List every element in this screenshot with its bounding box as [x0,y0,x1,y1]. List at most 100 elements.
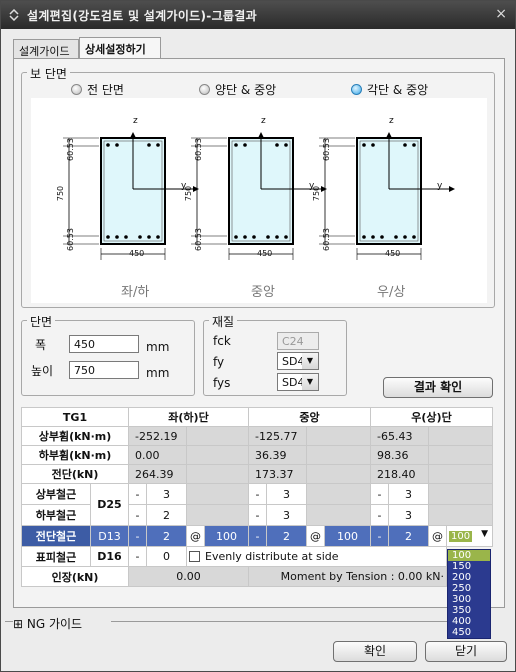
title-bar: 설계편집(강도검토 및 설계가이드)-그룹결과 × [1,1,515,29]
dropdown-option[interactable]: 200 [448,572,490,583]
caption-center: 중앙 [251,285,275,300]
cell-spacer [307,465,371,484]
dialog-window: 설계편집(강도검토 및 설계가이드)-그룹결과 × 설계가이드 상세설정하기 보… [0,0,516,672]
shear-bar-spacing-right-select[interactable]: 100 ▼ [447,526,493,547]
caption-left: 좌/하 [121,285,150,300]
row-label-top-bar: 상부철근 [21,484,91,505]
fy-dropdown-button[interactable]: ▼ [302,352,319,370]
bottom-bar-count-right[interactable]: 3 [389,505,429,526]
cell-top-moment-center: -125.77 [249,427,307,446]
dimension-group-title: 단면 [27,313,56,330]
height-unit: mm [146,366,170,380]
row-label-bottom-moment: 하부휨(kN·m) [21,446,129,465]
dim-bottom-right: 60.53 [321,228,331,251]
check-result-button[interactable]: 결과 확인 [383,377,493,398]
height-input[interactable]: 750 [69,361,139,379]
table-header-left: 좌(하)단 [129,407,249,427]
row-label-tension: 인장(kN) [21,567,129,587]
top-bar-count-left[interactable]: 3 [147,484,187,505]
dropdown-option[interactable]: 300 [448,594,490,605]
row-label-top-moment: 상부휨(kN·m) [21,427,129,446]
cell-spacer [307,484,371,505]
dash-label: - [129,547,147,567]
section-center [190,131,328,261]
shear-bar-legs-left[interactable]: 2 [147,526,187,547]
fck-input[interactable]: C24 [277,332,319,350]
dash-label: - [371,505,389,526]
chevron-down-icon: ▼ [302,353,318,369]
bottom-bar-count-center[interactable]: 3 [267,505,307,526]
dash-label: - [129,526,147,547]
top-bar-count-right[interactable]: 3 [389,484,429,505]
moment-by-tension-text: Moment by Tension : 0.00 kN· [249,567,447,587]
dim-height-center: 750 [184,185,194,202]
ng-guide-toggle[interactable]: ⊞ NG 가이드 [13,615,82,632]
shear-bar-spacing-right-value: 100 [449,530,473,542]
radio-each-end-center[interactable]: 각단 & 중앙 [351,82,428,97]
shear-bar-spacing-left[interactable]: 100 [205,526,249,547]
window-title: 설계편집(강도검토 및 설계가이드)-그룹결과 [27,9,257,23]
dropdown-option[interactable]: 350 [448,605,490,616]
radio-full-section[interactable]: 전 단면 [71,82,124,97]
chevron-down-icon: ▼ [302,374,318,390]
cell-spacer [187,505,249,526]
cell-bottom-moment-center: 36.39 [249,446,307,465]
dropdown-option[interactable]: 100 [448,550,490,561]
axis-z-center: z [261,116,266,126]
cell-spacer [429,465,493,484]
top-bar-diameter: D25 [91,484,129,526]
radio-dot-each-end-center [351,83,362,95]
dim-width-center: 450 [257,249,273,258]
top-bar-count-center[interactable]: 3 [267,484,307,505]
ok-button[interactable]: 확인 [333,641,417,662]
cell-spacer [429,446,493,465]
shear-bar-diameter: D13 [91,526,129,547]
row-label-shear: 전단(kN) [21,465,129,484]
cell-top-moment-left: -252.19 [129,427,187,446]
dropdown-option[interactable]: 400 [448,616,490,627]
dropdown-option[interactable]: 250 [448,583,490,594]
row-label-shear-bar: 전단철근 [21,526,91,547]
dash-label: - [371,526,389,547]
dropdown-option[interactable]: 450 [448,627,490,638]
width-unit: mm [146,340,170,354]
radio-ends-center[interactable]: 양단 & 중앙 [199,82,276,97]
dash-label: - [249,526,267,547]
dropdown-option[interactable]: 150 [448,561,490,572]
shear-bar-legs-center[interactable]: 2 [267,526,307,547]
table-header-right: 우(상)단 [371,407,493,427]
cell-spacer [307,505,371,526]
section-group-title: 보 단면 [27,65,70,82]
tab-detail-settings[interactable]: 상세설정하기 [79,37,161,59]
chevron-down-icon[interactable]: ▼ [481,529,488,539]
section-drawings [62,131,456,261]
fys-label: fys [213,376,231,390]
tab-design-guide[interactable]: 설계가이드 [13,39,79,59]
section-left [62,131,200,261]
evenly-distribute-checkbox[interactable] [189,551,200,562]
cell-spacer [307,427,371,446]
cell-spacer [429,427,493,446]
skin-bar-count[interactable]: 0 [147,547,187,567]
fy-label: fy [213,355,225,369]
radio-label-full-section: 전 단면 [87,82,124,97]
dim-top-center: 60.53 [193,138,203,161]
fys-dropdown-button[interactable]: ▼ [302,373,319,391]
fck-label: fck [213,334,231,348]
close-icon[interactable]: × [495,6,507,22]
close-button[interactable]: 닫기 [425,641,507,662]
divider [5,621,13,622]
width-input[interactable]: 450 [69,335,139,353]
cell-spacer [187,465,249,484]
shear-bar-spacing-center[interactable]: 100 [325,526,371,547]
skin-bar-diameter: D16 [91,547,129,567]
spacing-dropdown-list[interactable]: 100 150 200 250 300 350 400 450 [447,549,491,639]
shear-bar-legs-right[interactable]: 2 [389,526,429,547]
dim-width-left: 450 [129,249,145,258]
caption-right: 우/상 [377,285,406,300]
row-label-skin-bar: 표피철근 [21,547,91,567]
bottom-bar-count-left[interactable]: 2 [147,505,187,526]
dash-label: - [249,505,267,526]
at-label: @ [307,526,325,547]
evenly-distribute-checkbox-row[interactable]: Evenly distribute at side [187,547,447,567]
